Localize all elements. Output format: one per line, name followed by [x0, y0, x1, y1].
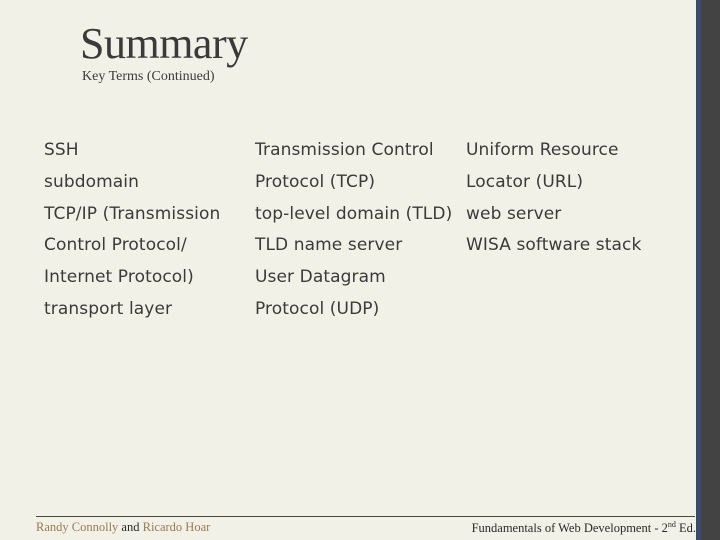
term: TLD name server	[255, 235, 403, 256]
footer-divider	[36, 516, 695, 517]
author-name: Ricardo Hoar	[142, 520, 211, 534]
term: transport layer	[44, 298, 173, 319]
edition-suffix: Ed.	[675, 521, 696, 536]
term: Transmission Control	[255, 140, 434, 160]
term: WISA software stack	[466, 235, 642, 256]
side-band	[696, 0, 720, 540]
term: Protocol (TCP)	[255, 171, 376, 192]
term: Internet Protocol)	[44, 267, 194, 288]
term: SSH	[44, 140, 79, 160]
side-band-accent-stripe	[696, 0, 702, 540]
slide-subtitle: Key Terms (Continued)	[82, 69, 215, 84]
footer-authors: Randy Connolly and Ricardo Hoar	[36, 520, 210, 535]
term: Protocol (UDP)	[255, 298, 380, 319]
term: User Datagram	[255, 267, 386, 288]
author-name: Randy Connolly	[36, 520, 119, 534]
term: TCP/IP (Transmission	[44, 203, 221, 224]
term: web server	[466, 203, 562, 224]
author-conjunction: and	[121, 520, 140, 534]
term: Uniform Resource	[466, 140, 619, 160]
term: subdomain	[44, 171, 139, 192]
slide-title: Summary	[80, 19, 248, 68]
term: Control Protocol/	[44, 235, 187, 256]
terms-column-3: Uniform Resource Locator (URL) web serve…	[466, 137, 641, 264]
term: top-level domain (TLD)	[255, 203, 453, 224]
terms-column-2: Transmission Control Protocol (TCP) top-…	[255, 137, 452, 328]
book-title-text: Fundamentals of Web Development - 2	[471, 521, 668, 536]
term: Locator (URL)	[466, 171, 584, 192]
terms-column-1: SSH subdomain TCP/IP (Transmission Contr…	[44, 137, 220, 328]
edition-superscript: nd	[667, 520, 676, 529]
footer-book-title: Fundamentals of Web Development - 2nd Ed…	[472, 520, 696, 536]
